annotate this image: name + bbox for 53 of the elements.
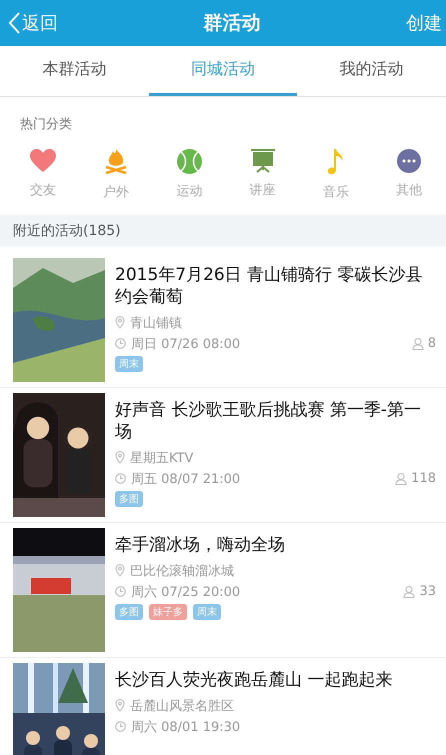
tab[interactable]: 我的活动 xyxy=(297,46,446,96)
event-title[interactable]: 2015年7月26日 青山铺骑行 零碳长沙县约会葡萄 xyxy=(115,264,436,308)
tab[interactable]: 本群活动 xyxy=(0,46,149,96)
event-time: 周六 07/25 20:00 xyxy=(131,584,240,600)
tag: 多图 xyxy=(115,491,143,507)
board-icon xyxy=(250,149,275,173)
participant-count: 33 xyxy=(419,584,436,599)
category-button[interactable]: 讲座 xyxy=(232,149,294,201)
back-button[interactable]: 返回 xyxy=(8,11,58,35)
tag: 周末 xyxy=(115,356,143,372)
clock-icon xyxy=(115,721,126,732)
person-icon xyxy=(395,472,408,484)
heart-icon xyxy=(30,149,56,173)
event-time: 周六 08/01 19:30 xyxy=(131,718,240,736)
campfire-icon xyxy=(104,149,128,175)
category-button[interactable]: 运动 xyxy=(158,149,220,201)
event-location: 星期五KTV xyxy=(130,450,194,466)
create-button[interactable]: 创建 xyxy=(406,11,442,35)
location-pin-icon xyxy=(115,316,125,329)
category-button[interactable]: 户外 xyxy=(85,149,148,201)
ball-icon xyxy=(176,149,202,174)
section-heading: 附近的活动(185) xyxy=(0,215,446,247)
event-location: 岳麓山风景名胜区 xyxy=(130,698,234,714)
location-pin-icon xyxy=(115,451,125,464)
section-heading: 热门分类 xyxy=(19,116,73,133)
location-pin-icon xyxy=(115,564,125,577)
clock-icon xyxy=(115,473,126,484)
location-pin-icon xyxy=(115,699,125,712)
event-location: 巴比伦滚轴溜冰城 xyxy=(130,562,234,580)
event-location: 青山铺镇 xyxy=(130,314,182,332)
clock-icon xyxy=(115,586,126,597)
tab[interactable]: 同城活动 xyxy=(148,46,298,96)
back-label[interactable]: 返回 xyxy=(22,11,58,35)
chevron-left-icon xyxy=(8,12,20,34)
page-title: 群活动 xyxy=(204,11,260,36)
category-button[interactable]: 交友 xyxy=(12,149,74,201)
event-time: 周日 07/26 08:00 xyxy=(131,336,240,352)
participant-count: 118 xyxy=(411,471,436,486)
clock-icon xyxy=(115,338,126,349)
category-button[interactable]: 音乐 xyxy=(304,149,367,201)
event-title[interactable]: 好声音 长沙歌王歌后挑战赛 第一季-第一场 xyxy=(115,399,436,443)
tag: 周末 xyxy=(193,604,221,620)
category-button[interactable]: 其他 xyxy=(378,149,440,201)
event-title[interactable]: 牵手溜冰场，嗨动全场 xyxy=(115,534,436,556)
tag: 多图 xyxy=(115,604,143,620)
music-note-icon xyxy=(326,149,345,175)
participant-count: 8 xyxy=(428,336,436,351)
person-icon xyxy=(403,586,416,598)
more-icon xyxy=(396,149,421,173)
tag: 妹子多 xyxy=(149,604,187,620)
event-time: 周五 08/07 21:00 xyxy=(131,470,240,488)
event-title[interactable]: 长沙百人荧光夜跑岳麓山 一起跑起来 xyxy=(115,669,436,691)
person-icon xyxy=(412,338,424,350)
